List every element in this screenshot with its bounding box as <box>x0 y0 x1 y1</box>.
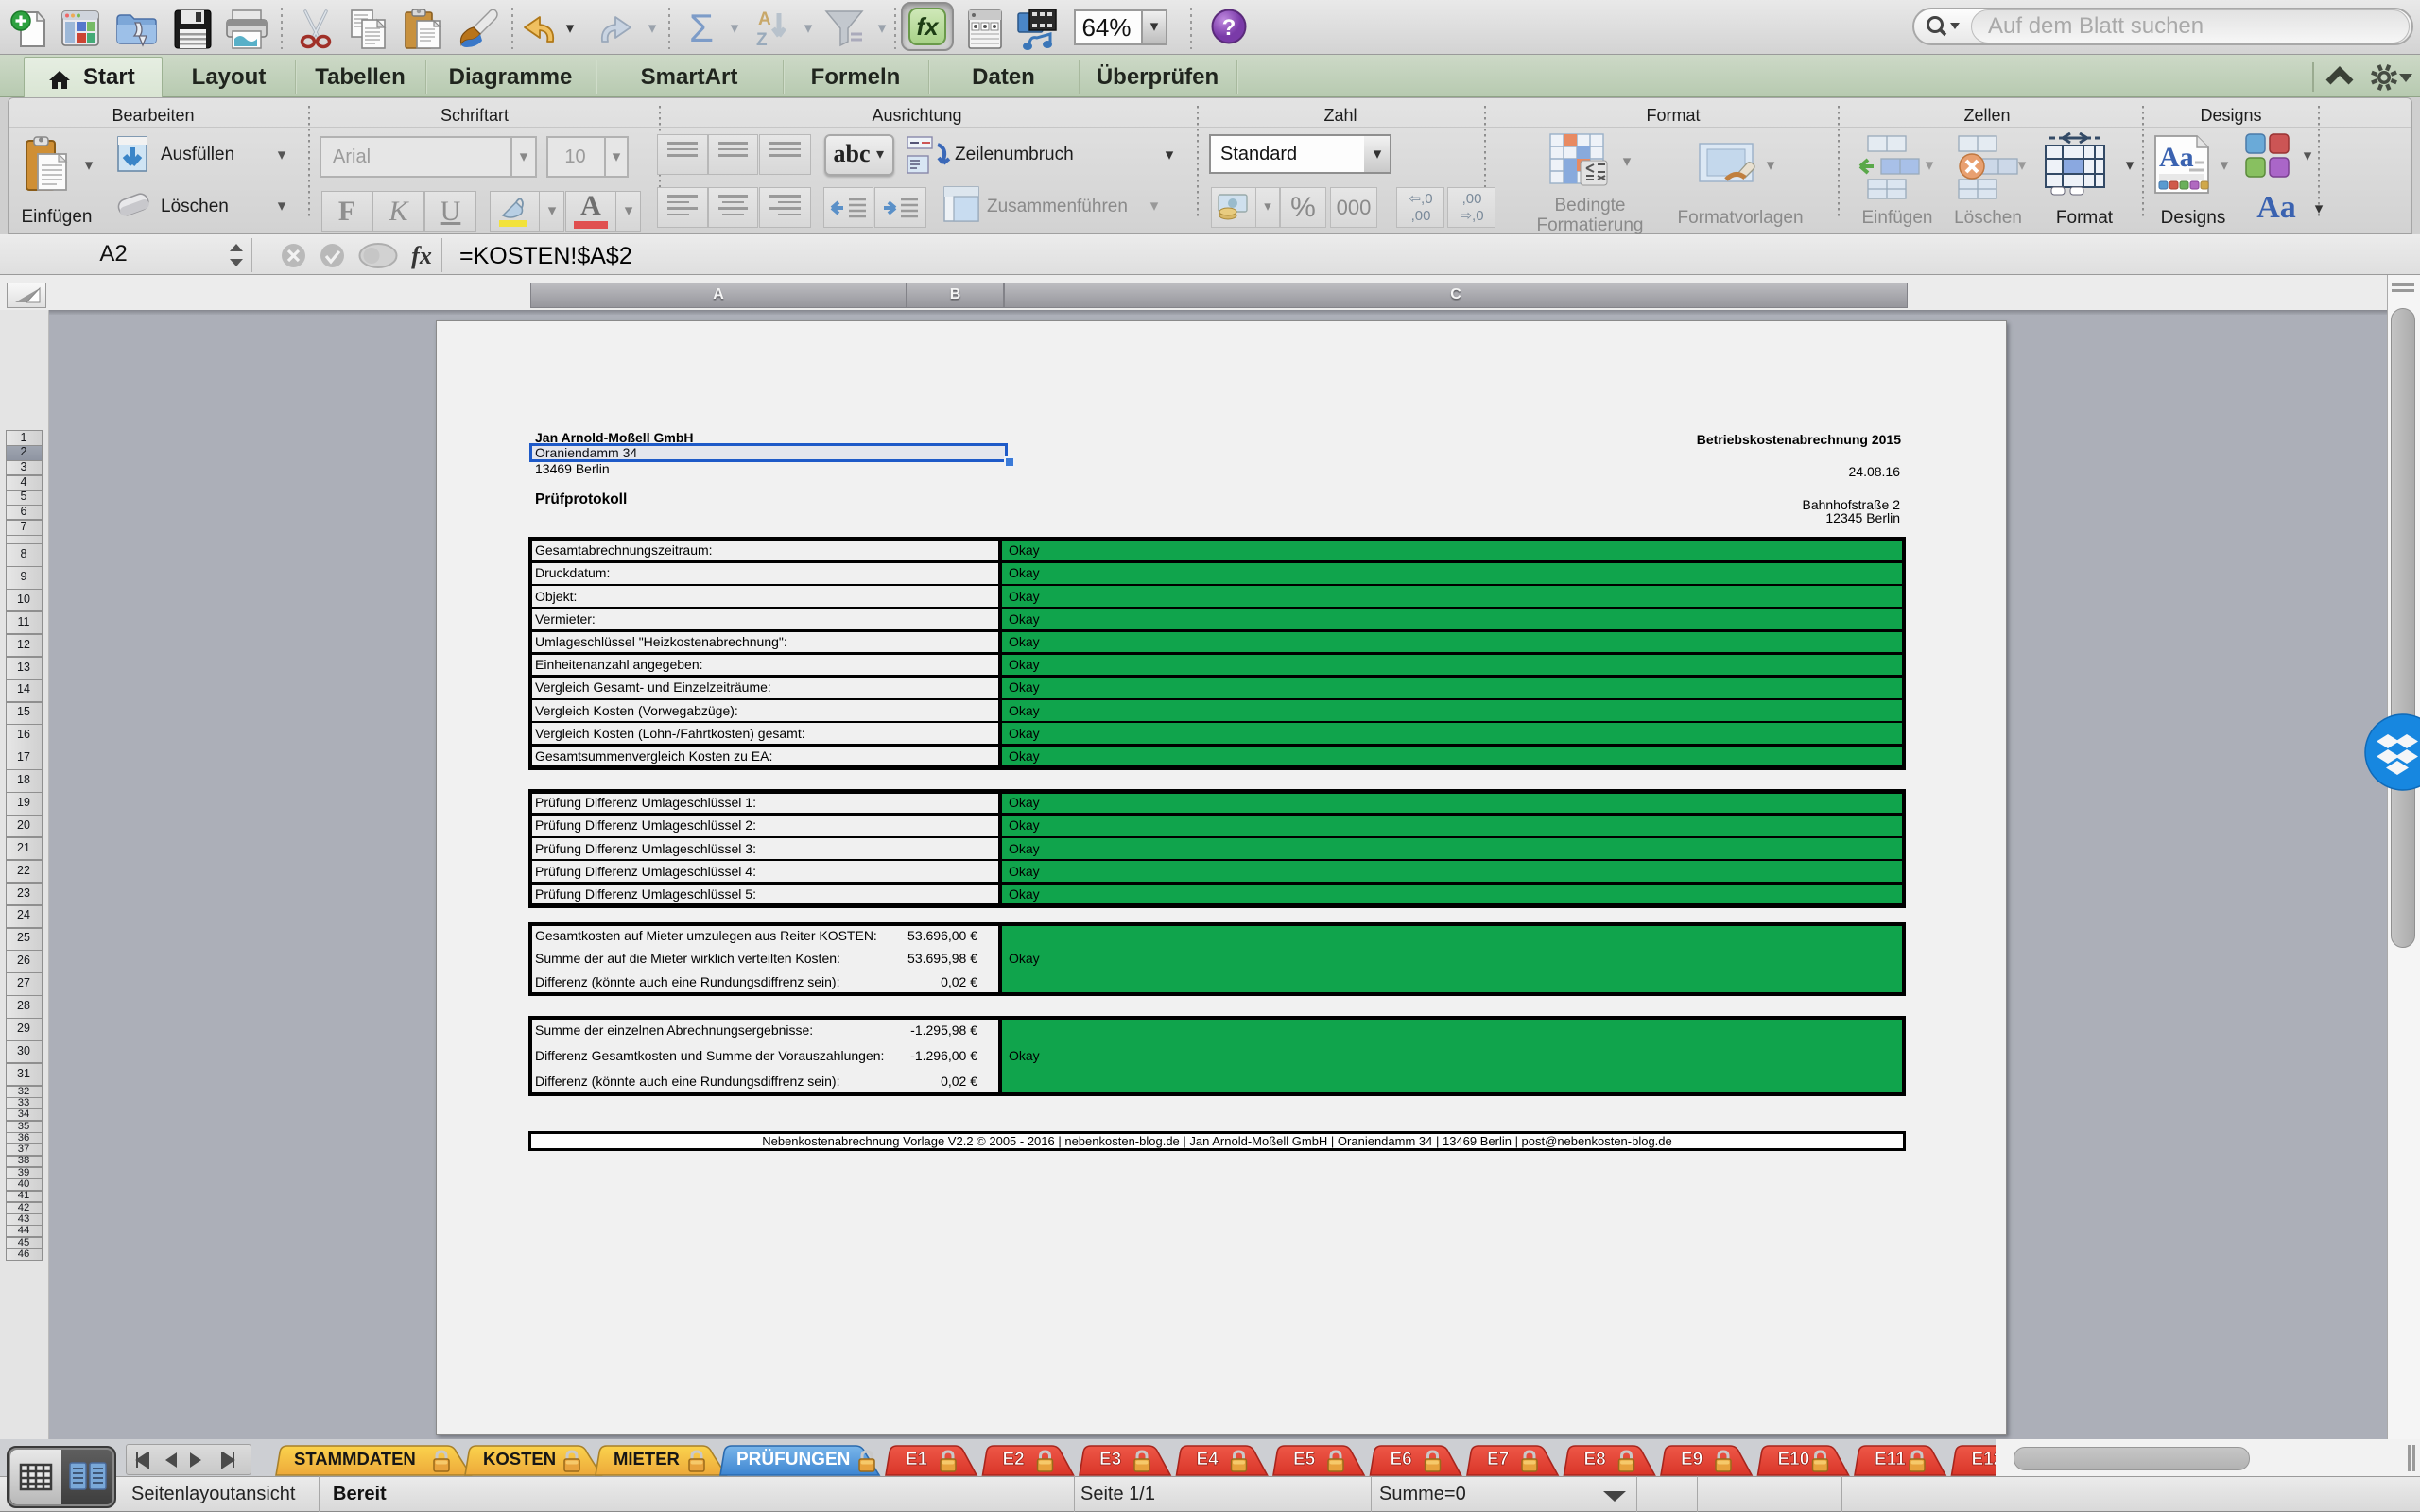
svg-text:E5: E5 <box>1293 1450 1316 1469</box>
svg-text:KOSTEN: KOSTEN <box>483 1449 556 1469</box>
svg-text:STAMMDATEN: STAMMDATEN <box>294 1449 416 1469</box>
svg-text:PRÜFUNGEN: PRÜFUNGEN <box>736 1450 850 1469</box>
svg-text:E6: E6 <box>1391 1450 1412 1469</box>
svg-text:E9: E9 <box>1681 1450 1703 1469</box>
svg-text:E3: E3 <box>1099 1450 1121 1469</box>
svg-text:E2: E2 <box>1003 1450 1025 1469</box>
svg-text:MIETER: MIETER <box>614 1449 680 1469</box>
svg-text:E10: E10 <box>1778 1450 1810 1469</box>
svg-text:E11: E11 <box>1875 1450 1906 1469</box>
svg-text:E4: E4 <box>1197 1450 1219 1469</box>
svg-text:E1: E1 <box>906 1450 928 1469</box>
svg-text:E7: E7 <box>1487 1450 1509 1469</box>
svg-text:E8: E8 <box>1584 1450 1606 1469</box>
